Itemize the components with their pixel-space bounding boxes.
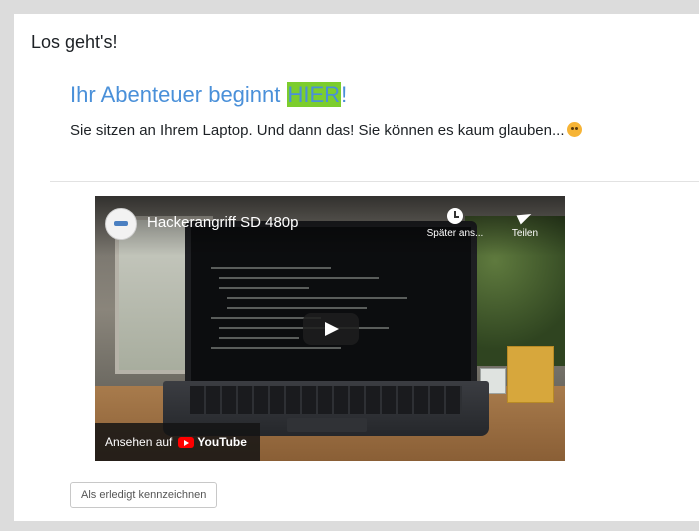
play-button[interactable] [303,313,359,345]
share-icon [517,208,533,224]
youtube-logo-icon: YouTube [178,435,247,449]
youtube-video-embed[interactable]: Hackerangriff SD 480p Später ans... Teil… [95,196,565,461]
watch-on-label: Ansehen auf [105,435,173,449]
mark-complete-button[interactable]: Als erledigt kennzeichnen [70,482,218,508]
subline: Sie sitzen an Ihrem Laptop. Und dann das… [70,122,582,139]
headline-highlight: HIER [286,82,342,107]
video-title[interactable]: Hackerangriff SD 480p [147,214,298,231]
headline: Ihr Abenteuer beginnt HIER! [70,82,347,108]
flushed-face-emoji-icon [566,122,582,137]
share-label: Teilen [511,228,539,239]
subline-text: Sie sitzen an Ihrem Laptop. Und dann das… [70,122,565,139]
activity-card: Los geht's! Ihr Abenteuer beginnt HIER! … [14,14,699,521]
share-button[interactable]: Teilen [495,208,555,239]
watch-on-youtube-link[interactable]: Ansehen auf YouTube [95,423,260,461]
divider [50,181,699,182]
section-title: Los geht's! [31,32,118,52]
youtube-wordmark: YouTube [197,435,247,449]
headline-exclamation: ! [341,82,348,107]
headline-text: Ihr Abenteuer beginnt [70,82,287,107]
watch-later-label: Später ans... [426,228,484,239]
channel-avatar-icon[interactable] [105,208,137,240]
watch-later-button[interactable]: Später ans... [425,208,485,239]
clock-icon [447,208,463,224]
